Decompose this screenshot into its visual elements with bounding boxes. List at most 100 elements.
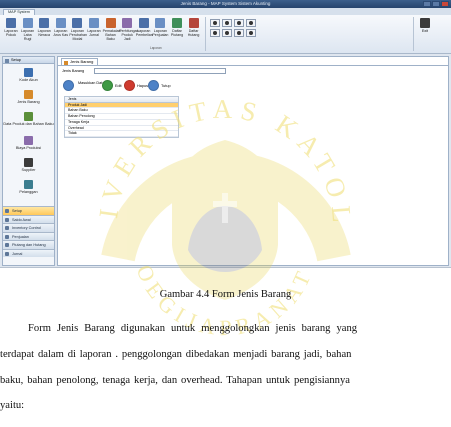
product-icon	[122, 18, 133, 28]
sidebar-nav-label: Jurnal	[12, 251, 23, 256]
ribbon-button[interactable]: Laporan Pembelian	[135, 18, 153, 46]
swatch-button[interactable]	[210, 29, 220, 37]
toolbar-button[interactable]: Hapus	[124, 80, 148, 91]
ribbon-button[interactable]: Laporan Jurnal	[86, 18, 102, 46]
exit-label: Exit	[422, 29, 428, 33]
ribbon-button[interactable]: Daftar Piutang	[169, 18, 185, 46]
sidebar-item[interactable]: Supplier	[3, 158, 54, 172]
swatch-button[interactable]	[246, 19, 256, 27]
toolbar-circle-icon	[102, 80, 113, 91]
tab-divider	[58, 65, 448, 66]
figure-caption: Gambar 4.4 Form Jenis Barang	[159, 289, 292, 300]
item-type-icon	[64, 60, 68, 65]
sidebar-item[interactable]: Jenis Barang	[3, 90, 54, 104]
minimize-button[interactable]	[423, 1, 431, 7]
ribbon-button-label: Daftar Piutang	[170, 29, 184, 37]
dot-icon	[237, 21, 241, 25]
dot-icon	[213, 31, 217, 35]
toolbar-button[interactable]: Tutup	[148, 80, 171, 91]
window-title: Jenis Barang - MAP System Sistem Akuntin…	[180, 1, 271, 6]
ribbon-button-label: Laporan Laba Rugi	[20, 29, 35, 41]
toolbar-circle-icon	[63, 80, 74, 91]
screenshot-figure: Jenis Barang - MAP System Sistem Akuntin…	[0, 0, 451, 268]
sidebar-nav-item[interactable]: Saldo Awal	[3, 214, 54, 223]
exit-icon	[420, 18, 430, 28]
ribbon-separator	[205, 17, 206, 51]
sidebar-nav-item[interactable]: Piutang dan Hutang	[3, 240, 54, 249]
nav-icon	[5, 217, 9, 222]
swatch-button[interactable]	[234, 19, 244, 27]
sidebar-item[interactable]: Data Produk dan Bahan Baku	[3, 112, 54, 126]
item-type-icon	[24, 90, 33, 99]
product-data-icon	[24, 112, 33, 121]
toolbar-button[interactable]: Edit	[102, 80, 122, 91]
dot-icon	[249, 21, 253, 25]
ribbon-button[interactable]: Laporan Neraca	[36, 18, 52, 46]
sidebar-nav-item[interactable]: Penjualan	[3, 231, 54, 240]
sidebar-nav-item[interactable]: Setup	[3, 206, 54, 215]
ribbon-button[interactable]: Laporan Perubahan Modal	[69, 18, 87, 46]
maximize-button[interactable]	[432, 1, 440, 7]
sidebar-items: Kode Akun Jenis Barang Data Produk dan Bah…	[3, 64, 54, 205]
exit-button[interactable]: Exit	[418, 18, 432, 46]
ribbon-button[interactable]: Laporan Laba Rugi	[20, 18, 36, 46]
jenis-barang-input[interactable]	[94, 68, 226, 74]
report-icon	[55, 18, 66, 28]
ribbon-swatch-grid	[210, 19, 256, 37]
report-icon	[89, 18, 99, 28]
sidebar-nav-label: Setup	[12, 209, 22, 213]
ribbon-button-label: Laporan Arus Kas	[53, 29, 69, 37]
main-panel: Jenis Barang Jenis Barang Masukkan Data E…	[57, 56, 449, 266]
nav-icon	[5, 243, 9, 247]
ribbon-button[interactable]: Pemakaian Bahan Baku	[103, 18, 121, 46]
toolbar-circle-icon	[124, 80, 135, 91]
setup-icon	[5, 58, 9, 63]
ribbon-button[interactable]: Laporan Arus Kas	[53, 18, 69, 46]
sidebar-nav-label: Penjualan	[12, 234, 29, 239]
material-icon	[105, 18, 116, 28]
sidebar-item[interactable]: Pelanggan	[3, 180, 54, 194]
report-icon	[138, 18, 149, 28]
swatch-button[interactable]	[210, 19, 220, 27]
swatch-button[interactable]	[222, 19, 232, 27]
ribbon-button[interactable]: Laporan Penjualan	[152, 18, 168, 46]
sidebar-item-label: Jenis Barang	[17, 100, 40, 104]
sidebar-nav-item[interactable]: Inventory Control	[3, 223, 54, 232]
ribbon-button-label: Laporan Pembelian	[135, 29, 153, 37]
ribbon-button[interactable]: Laporan Pokok	[3, 18, 19, 46]
dot-icon	[225, 31, 229, 35]
paragraph-line: terdapat dalam di laporan . penggolongan…	[0, 349, 352, 360]
jenis-grid: Jenis Produk Jadi Bahan Baku Bahan Penolon…	[64, 96, 179, 139]
account-code-icon	[24, 68, 33, 77]
grid-row[interactable]: Tidak	[65, 131, 178, 138]
sidebar-nav-label: Saldo Awal	[12, 217, 31, 222]
sidebar-nav-item[interactable]: Jurnal	[3, 248, 54, 257]
ribbon-button-label: Laporan Neraca	[37, 29, 51, 37]
swatch-button[interactable]	[222, 29, 232, 37]
ribbon-button[interactable]: Perhitungan Produk Jadi	[119, 18, 139, 46]
report-icon	[22, 18, 33, 28]
nav-icon	[5, 226, 9, 230]
nav-icon	[5, 209, 9, 213]
paragraph-line: Form Jenis Barang digunakan untuk menggo…	[28, 323, 358, 334]
report-icon	[72, 18, 83, 28]
toolbar-button-label: Edit	[115, 83, 122, 88]
toolbar-button-label: Hapus	[137, 83, 148, 88]
swatch-button[interactable]	[246, 29, 256, 37]
sidebar-item-label: Biaya Produksi	[15, 146, 42, 150]
toolbar-button[interactable]: Masukkan Data	[63, 80, 104, 91]
sidebar-item[interactable]: Biaya Produksi	[3, 136, 54, 150]
ribbon-group-label: Laporan	[150, 46, 162, 50]
paragraph-line: yaitu:	[0, 400, 25, 411]
paragraph-line: baku, bahan penolong, tenaga kerja, dan …	[0, 375, 350, 386]
nav-icon	[5, 234, 9, 239]
toolbar-button-label: Tutup	[161, 83, 171, 88]
close-button[interactable]	[441, 1, 449, 7]
customer-icon	[24, 180, 33, 189]
ribbon-button[interactable]: Daftar Hutang	[186, 18, 202, 46]
list-icon	[172, 18, 182, 28]
tab-jenis-barang[interactable]: Jenis Barang	[61, 58, 99, 65]
sidebar-nav-label: Inventory Control	[12, 226, 41, 230]
sidebar-item[interactable]: Kode Akun	[3, 68, 54, 82]
swatch-button[interactable]	[234, 29, 244, 37]
